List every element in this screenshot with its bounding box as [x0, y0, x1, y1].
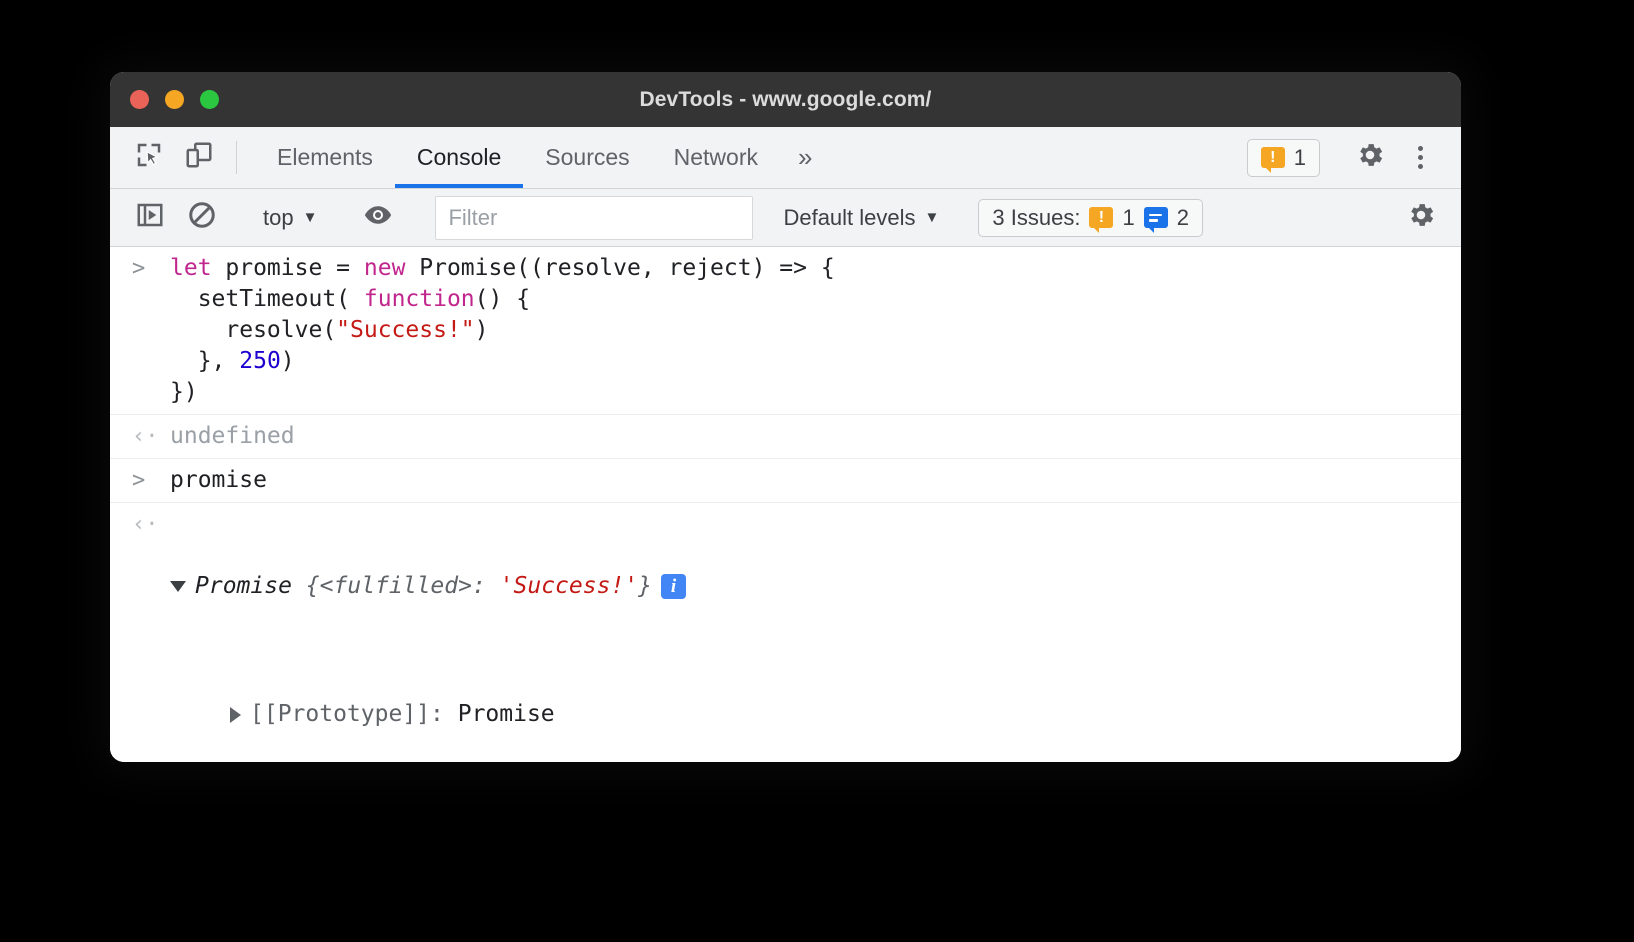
- chevron-down-icon: ▼: [302, 209, 318, 226]
- minimize-button[interactable]: [165, 90, 184, 109]
- console-toolbar: top ▼ Default levels ▼: [110, 189, 1461, 247]
- issues-info-count: 2: [1176, 204, 1189, 230]
- promise-result: Promise {<fulfilled>: 'Success!'} i [[Pro…: [170, 509, 1461, 762]
- issues-warning-count: 1: [1122, 204, 1135, 230]
- warning-icon: !: [1089, 207, 1114, 233]
- promise-colon: :: [471, 573, 500, 599]
- device-toolbar-icon: [184, 140, 214, 175]
- promise-summary[interactable]: Promise {<fulfilled>: 'Success!'} i: [170, 571, 1461, 602]
- gear-icon: [1354, 139, 1386, 176]
- property-separator: :: [430, 701, 458, 727]
- window-title: DevTools - www.google.com/: [639, 87, 932, 111]
- input-marker: >: [132, 256, 146, 281]
- output-marker: ‹·: [132, 424, 159, 449]
- console-code: let promise = new Promise((resolve, reje…: [170, 255, 835, 405]
- property-row[interactable]: [[Prototype]]: Promise: [170, 695, 1461, 734]
- console-result-row[interactable]: ‹· Promise {<fulfilled>: 'Success!'} i [[…: [110, 503, 1461, 762]
- promise-state-key: <fulfilled>: [319, 573, 472, 599]
- issues-label: 3 Issues:: [992, 204, 1081, 230]
- window-titlebar: DevTools - www.google.com/: [110, 72, 1461, 127]
- more-tabs-button[interactable]: »: [780, 127, 830, 188]
- console-input-row[interactable]: > let promise = new Promise((resolve, re…: [110, 247, 1461, 415]
- main-menu-button[interactable]: [1395, 146, 1445, 169]
- console-settings-gear-icon: [1405, 199, 1437, 236]
- property-value: Promise: [457, 701, 555, 727]
- chevron-down-icon: ▼: [924, 209, 940, 226]
- info-icon: [1143, 207, 1168, 233]
- console-output-value: undefined: [170, 423, 295, 449]
- property-name: [[Prototype]]: [250, 701, 431, 727]
- window-controls: [110, 90, 219, 109]
- console-sidebar-toggle[interactable]: [124, 189, 176, 246]
- console-settings-button[interactable]: [1395, 199, 1447, 236]
- devtools-tabbar: Elements Console Sources Network » ! 1: [110, 127, 1461, 189]
- console-toolbar-right: [1370, 199, 1461, 236]
- screenshot-root: DevTools - www.google.com/ Elements Cons…: [0, 0, 1634, 942]
- log-levels-label: Default levels: [783, 204, 916, 230]
- filter-input[interactable]: [435, 195, 754, 240]
- console-code: promise: [170, 467, 267, 493]
- warning-icon: !: [1260, 147, 1285, 173]
- devtools-window: DevTools - www.google.com/ Elements Cons…: [110, 72, 1461, 762]
- execution-context-label: top: [263, 204, 294, 230]
- log-levels-selector[interactable]: Default levels ▼: [769, 205, 953, 231]
- info-lines: [1149, 213, 1163, 222]
- device-toolbar-button[interactable]: [174, 127, 224, 188]
- kebab-menu-icon: [1417, 146, 1423, 169]
- console-sidebar-icon: [135, 200, 165, 235]
- inspect-cursor-icon: [134, 140, 164, 175]
- output-marker: ‹·: [132, 512, 159, 537]
- promise-value: 'Success!': [499, 573, 639, 599]
- tabbar-divider-1: [236, 141, 237, 174]
- live-expression-eye-icon: [363, 200, 393, 235]
- tab-sources[interactable]: Sources: [523, 127, 651, 188]
- maximize-button[interactable]: [200, 90, 219, 109]
- tab-network[interactable]: Network: [652, 127, 780, 188]
- tabbar-right-controls: ! 1: [1246, 127, 1461, 188]
- tab-console[interactable]: Console: [394, 127, 524, 188]
- live-expression-button[interactable]: [352, 189, 404, 246]
- execution-context-selector[interactable]: top ▼: [253, 205, 327, 231]
- warning-count: 1: [1293, 144, 1306, 170]
- collapse-triangle-icon[interactable]: [230, 706, 241, 723]
- clear-console-button[interactable]: [176, 189, 228, 246]
- inspect-element-button[interactable]: [124, 127, 174, 188]
- console-output-row[interactable]: ‹· undefined: [110, 415, 1461, 459]
- info-badge-icon[interactable]: i: [661, 574, 687, 599]
- settings-button[interactable]: [1345, 139, 1395, 176]
- close-button[interactable]: [130, 90, 149, 109]
- console-log-area[interactable]: > let promise = new Promise((resolve, re…: [110, 247, 1461, 762]
- promise-brace-close: }: [638, 573, 653, 599]
- warning-glyph: !: [1098, 208, 1105, 226]
- promise-brace-open: {: [305, 573, 320, 599]
- tab-elements[interactable]: Elements: [255, 127, 395, 188]
- warning-count-badge[interactable]: ! 1: [1246, 138, 1320, 177]
- expand-triangle-icon[interactable]: [170, 581, 186, 592]
- clear-console-icon: [187, 200, 217, 235]
- promise-prefix: Promise: [195, 573, 306, 599]
- input-marker: >: [132, 468, 146, 493]
- panel-tabs: Elements Console Sources Network »: [255, 127, 830, 188]
- issues-bar-button[interactable]: 3 Issues: ! 1 2: [978, 198, 1203, 237]
- console-input-row[interactable]: > promise: [110, 459, 1461, 503]
